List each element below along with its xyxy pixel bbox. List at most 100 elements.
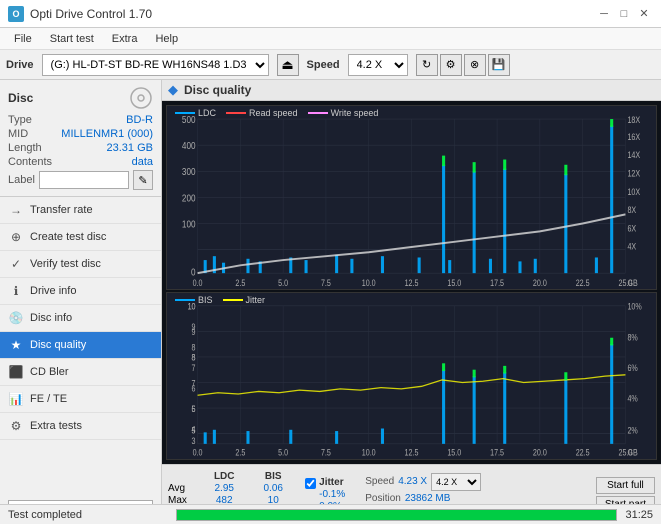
disc-quality-label: Disc quality xyxy=(30,339,86,351)
bis-avg: 0.06 xyxy=(264,483,283,494)
transfer-rate-icon: → xyxy=(8,202,24,218)
speed-row-value: 4.23 X xyxy=(398,476,427,487)
drive-info-icon: ℹ xyxy=(8,283,24,299)
svg-text:200: 200 xyxy=(182,192,196,203)
svg-text:8: 8 xyxy=(192,353,196,363)
svg-text:12.5: 12.5 xyxy=(405,447,419,457)
svg-text:7.5: 7.5 xyxy=(321,278,331,288)
status-time: 31:25 xyxy=(625,509,653,521)
maximize-button[interactable]: □ xyxy=(615,5,633,23)
svg-text:22.5: 22.5 xyxy=(576,447,590,457)
titlebar: O Opti Drive Control 1.70 ─ □ ✕ xyxy=(0,0,661,28)
start-full-button[interactable]: Start full xyxy=(596,477,655,494)
svg-text:16X: 16X xyxy=(627,132,640,142)
left-panel: Disc Type BD-R MID MILLENMR1 (000) Lengt… xyxy=(0,80,162,524)
sidebar-item-cd-bler[interactable]: ⬛ CD Bler xyxy=(0,359,161,386)
svg-text:100: 100 xyxy=(182,219,196,230)
minimize-button[interactable]: ─ xyxy=(595,5,613,23)
disc-label-row: Label ✎ xyxy=(8,170,153,190)
menu-extra[interactable]: Extra xyxy=(104,31,146,47)
svg-text:8X: 8X xyxy=(627,205,636,215)
position-row: Position 23862 MB xyxy=(365,493,481,504)
svg-text:14X: 14X xyxy=(627,150,640,160)
svg-text:4X: 4X xyxy=(627,242,636,252)
save-icon[interactable]: 💾 xyxy=(488,54,510,76)
refresh-icon[interactable]: ↻ xyxy=(416,54,438,76)
svg-text:3: 3 xyxy=(192,436,196,446)
bis-legend: BIS xyxy=(175,295,213,305)
nav-list: → Transfer rate ⊕ Create test disc ✓ Ver… xyxy=(0,197,161,496)
ldc-legend: LDC xyxy=(175,108,216,118)
svg-text:17.5: 17.5 xyxy=(490,278,504,288)
fe-te-icon: 📊 xyxy=(8,391,24,407)
jitter-avg: -0.1% xyxy=(319,489,345,500)
svg-text:8%: 8% xyxy=(627,332,637,342)
menu-help[interactable]: Help xyxy=(147,31,186,47)
position-value: 23862 MB xyxy=(405,493,451,504)
svg-text:6%: 6% xyxy=(627,363,637,373)
svg-text:2.5: 2.5 xyxy=(235,278,245,288)
sidebar-item-drive-info[interactable]: ℹ Drive info xyxy=(0,278,161,305)
speed-controls: ↻ ⚙ ⊗ 💾 xyxy=(416,54,510,76)
menu-start-test[interactable]: Start test xyxy=(42,31,102,47)
sidebar-item-disc-quality[interactable]: ★ Disc quality xyxy=(0,332,161,359)
eject-icon[interactable]: ⏏ xyxy=(277,54,299,76)
sidebar-item-create-test-disc[interactable]: ⊕ Create test disc xyxy=(0,224,161,251)
app-icon: O xyxy=(8,6,24,22)
drive-label: Drive xyxy=(6,59,34,71)
disc-quality-icon: ★ xyxy=(8,337,24,353)
lower-chart: BIS Jitter xyxy=(166,292,657,460)
svg-text:2.5: 2.5 xyxy=(235,447,245,457)
svg-text:9: 9 xyxy=(192,322,196,332)
svg-text:20.0: 20.0 xyxy=(533,447,547,457)
statusbar: Test completed 31:25 xyxy=(0,504,661,524)
svg-text:6X: 6X xyxy=(627,224,636,234)
svg-text:4: 4 xyxy=(192,424,196,434)
menu-file[interactable]: File xyxy=(6,31,40,47)
sidebar-item-extra-tests[interactable]: ⚙ Extra tests xyxy=(0,413,161,440)
progress-bar-fill xyxy=(177,510,616,520)
verify-test-disc-icon: ✓ xyxy=(8,256,24,272)
menubar: File Start test Extra Help xyxy=(0,28,661,50)
upper-chart-svg: 500 400 300 200 100 0 18X 16X 14X 12X 10… xyxy=(167,106,656,289)
extra-tests-label: Extra tests xyxy=(30,420,82,432)
chart-header-icon: ◆ xyxy=(168,82,178,98)
drive-select[interactable]: (G:) HL-DT-ST BD-RE WH16NS48 1.D3 xyxy=(42,54,269,76)
label-input[interactable] xyxy=(39,171,129,189)
svg-text:10%: 10% xyxy=(627,302,641,312)
sidebar-item-disc-info[interactable]: 💿 Disc info xyxy=(0,305,161,332)
speed-row: Speed 4.23 X 4.2 X xyxy=(365,473,481,491)
svg-text:20.0: 20.0 xyxy=(533,278,547,288)
disc-info-label: Disc info xyxy=(30,312,72,324)
close-button[interactable]: ✕ xyxy=(635,5,653,23)
sidebar-item-verify-test-disc[interactable]: ✓ Verify test disc xyxy=(0,251,161,278)
titlebar-controls: ─ □ ✕ xyxy=(595,5,653,23)
svg-text:6: 6 xyxy=(192,384,196,394)
svg-text:10.0: 10.0 xyxy=(362,278,376,288)
speed-select[interactable]: 4.2 X xyxy=(348,54,408,76)
sidebar-item-fe-te[interactable]: 📊 FE / TE xyxy=(0,386,161,413)
svg-text:0.0: 0.0 xyxy=(193,447,203,457)
jitter-checkbox[interactable] xyxy=(305,478,316,489)
disc-info-icon: 💿 xyxy=(8,310,24,326)
stats-avg-label: Avg xyxy=(168,483,189,494)
create-test-disc-icon: ⊕ xyxy=(8,229,24,245)
drive-info-label: Drive info xyxy=(30,285,76,297)
cd-bler-label: CD Bler xyxy=(30,366,69,378)
sidebar-item-transfer-rate[interactable]: → Transfer rate xyxy=(0,197,161,224)
erase-icon[interactable]: ⊗ xyxy=(464,54,486,76)
titlebar-left: O Opti Drive Control 1.70 xyxy=(8,6,152,22)
speed-row-select[interactable]: 4.2 X xyxy=(431,473,481,491)
create-test-disc-label: Create test disc xyxy=(30,231,106,243)
label-edit-button[interactable]: ✎ xyxy=(133,170,153,190)
disc-icon xyxy=(129,86,153,110)
status-text: Test completed xyxy=(8,509,168,521)
cd-bler-icon: ⬛ xyxy=(8,364,24,380)
svg-text:5: 5 xyxy=(192,404,196,414)
drivebar: Drive (G:) HL-DT-ST BD-RE WH16NS48 1.D3 … xyxy=(0,50,661,80)
speed-row-label: Speed xyxy=(365,476,394,487)
extra-tests-icon: ⚙ xyxy=(8,418,24,434)
disc-title: Disc xyxy=(8,91,33,105)
charts-area: LDC Read speed Write speed xyxy=(162,101,661,464)
settings-icon[interactable]: ⚙ xyxy=(440,54,462,76)
